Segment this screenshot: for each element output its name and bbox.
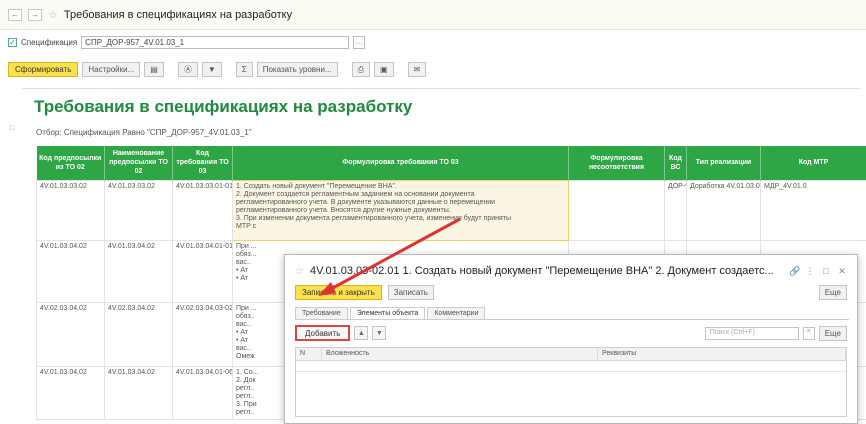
filter-button[interactable]: ▼ — [201, 62, 222, 77]
table-header-row: Код предпосылки из ТО 02 Наименование пр… — [36, 146, 866, 180]
link-icon[interactable]: 🔗 — [789, 266, 800, 277]
add-button[interactable]: Добавить — [295, 325, 351, 341]
back-button[interactable]: ← — [8, 8, 22, 21]
show-levels-button[interactable]: Показать уровни... — [256, 62, 338, 77]
dialog-tabs: Требование Элементы объекта Комментарии — [295, 307, 849, 320]
dialog-toolbar: Записать и закрыть Записать — [295, 285, 434, 300]
generate-button[interactable]: Сформировать — [8, 62, 79, 77]
tab-object-elements[interactable]: Элементы объекта — [349, 307, 426, 319]
save-icon-button[interactable]: ▣ — [373, 62, 394, 77]
table-cell[interactable]: 4V.01.03.04.02 — [36, 365, 105, 420]
dialog-header: ☆ 4V.01.03.03-02.01 1. Создать новый док… — [295, 263, 847, 279]
save-and-close-button[interactable]: Записать и закрыть — [295, 285, 382, 300]
report-toolbar: Сформировать Настройки... ▤ Ⓐ ▼ Σ Показа… — [8, 62, 427, 77]
send-mail-button[interactable]: ✉ — [407, 62, 427, 77]
column-header[interactable]: N — [296, 348, 322, 360]
object-elements-table: N Вложенность Реквизиты — [295, 347, 847, 417]
sum-button[interactable]: Σ — [235, 62, 253, 77]
move-down-icon[interactable]: ▼ — [372, 326, 387, 340]
text-line: 3. При изменении документа регламентиров… — [236, 214, 512, 222]
favorite-star-icon[interactable]: ☆ — [48, 8, 58, 21]
table-cell[interactable] — [568, 179, 665, 241]
dialog-title: 4V.01.03.03-02.01 1. Создать новый докум… — [309, 265, 774, 277]
column-header[interactable]: Формулировка несоответствия — [568, 146, 665, 180]
table-cell[interactable]: 4V.01.03.03.01-01 — [172, 179, 233, 241]
filter-input[interactable]: СПР_ДОР-957_4V.01.03_1 — [81, 36, 350, 49]
filter-checkbox[interactable]: ✓ — [8, 38, 17, 47]
filter-clear-button[interactable]: … — [353, 36, 366, 49]
table-cell[interactable]: 4V.01.03.04.01-01 — [172, 239, 233, 303]
text-line: регламентированного учета. В документе у… — [236, 198, 496, 206]
window-title: Требования в спецификациях на разработку — [63, 8, 293, 21]
column-header[interactable]: Код требования ТО 03 — [172, 146, 233, 180]
table-row[interactable] — [296, 361, 846, 372]
print-button[interactable]: ⎙ — [351, 62, 370, 77]
more-button[interactable]: Еще — [818, 285, 847, 300]
text-line: МТР с — [236, 222, 257, 230]
table-cell[interactable]: 4V.01.03.04.02 — [104, 239, 173, 303]
table-cell[interactable]: 4V.01.03.04.02 — [104, 365, 173, 420]
column-header[interactable]: Код предпосылки из ТО 02 — [36, 146, 105, 180]
settings-button[interactable]: Настройки... — [82, 62, 141, 77]
search-clear-button[interactable]: × — [802, 326, 815, 340]
filter-label: Спецификация — [21, 38, 78, 47]
report-filter-text: Отбор: Спецификация Равно "СПР_ДОР-957_4… — [36, 128, 252, 137]
dialog-table-header: N Вложенность Реквизиты — [296, 348, 846, 361]
requirement-text-cell[interactable]: 1. Создать новый документ "Перемещение В… — [232, 179, 569, 241]
toolbar-divider — [22, 88, 860, 89]
column-header[interactable]: Вложенность — [322, 348, 598, 360]
table-cell[interactable]: Доработка 4V.01.03.03.01-01 — [686, 179, 761, 241]
tab-comments[interactable]: Комментарии — [427, 307, 486, 319]
table-cell[interactable]: 4V.01.03.03.02 — [36, 179, 105, 241]
table-cell[interactable]: ДОР-957 — [664, 179, 687, 241]
save-button[interactable]: Записать — [387, 285, 434, 300]
table-cell[interactable]: 4V.01.03.03.02 — [104, 179, 173, 241]
column-header[interactable]: Код ВС — [664, 146, 687, 180]
column-header[interactable]: Формулировка требования ТО 03 — [232, 146, 569, 180]
move-up-icon[interactable]: ▲ — [354, 326, 369, 340]
table-cell[interactable]: 4V.02.03.04.03-02 — [172, 301, 233, 367]
text-line: регламентированного учета. Вносятся друг… — [236, 206, 451, 214]
text-line: 2. Документ создается регламентным задан… — [236, 190, 475, 198]
maximize-icon[interactable]: □ — [821, 266, 831, 276]
row-marker: □ — [10, 125, 15, 132]
column-header[interactable]: Реквизиты — [598, 348, 846, 360]
text-line: 1. Создать новый документ "Перемещение В… — [236, 182, 397, 190]
table-cell[interactable]: 4V.01.03.04.02 — [36, 239, 105, 303]
dialog-search-input[interactable]: Поиск (Ctrl+F) — [704, 326, 799, 340]
table-cell[interactable]: МДР_4V.01.0 — [760, 179, 866, 241]
close-icon[interactable]: ✕ — [837, 266, 847, 277]
dialog-favorite-icon[interactable]: ☆ — [295, 266, 304, 277]
column-header[interactable]: Тип реализации — [686, 146, 761, 180]
menu-icon[interactable]: ⋮ — [805, 266, 815, 277]
text-line: При ... — [236, 242, 257, 250]
dialog-actions: Добавить ▲ ▼ Поиск (Ctrl+F) × Еще — [295, 325, 847, 341]
dialog-more-button[interactable]: Еще — [818, 325, 847, 341]
requirement-dialog: ☆ 4V.01.03.03-02.01 1. Создать новый док… — [284, 254, 858, 424]
window-title-bar: ← → ☆ Требования в спецификациях на разр… — [0, 0, 866, 30]
table-cell[interactable]: 4V.02.03.04.02 — [104, 301, 173, 367]
variant-button[interactable]: ▤ — [144, 62, 164, 77]
table-cell[interactable]: 4V.01.03.04.01-06 — [172, 365, 233, 420]
column-header[interactable]: Код МТР — [760, 146, 866, 180]
table-row[interactable]: 4V.01.03.03.02 4V.01.03.03.02 4V.01.03.0… — [36, 179, 866, 241]
column-header[interactable]: Наименование предпосылки ТО 02 — [104, 146, 173, 180]
report-title: Требования в спецификациях на разработку — [34, 97, 413, 116]
table-cell[interactable]: 4V.02.03.04.02 — [36, 301, 105, 367]
filter-row: ✓ Спецификация СПР_ДОР-957_4V.01.03_1 … — [8, 36, 366, 49]
tab-requirement[interactable]: Требование — [295, 307, 348, 319]
auto-sum-button[interactable]: Ⓐ — [177, 62, 198, 77]
forward-button[interactable]: → — [28, 8, 42, 21]
